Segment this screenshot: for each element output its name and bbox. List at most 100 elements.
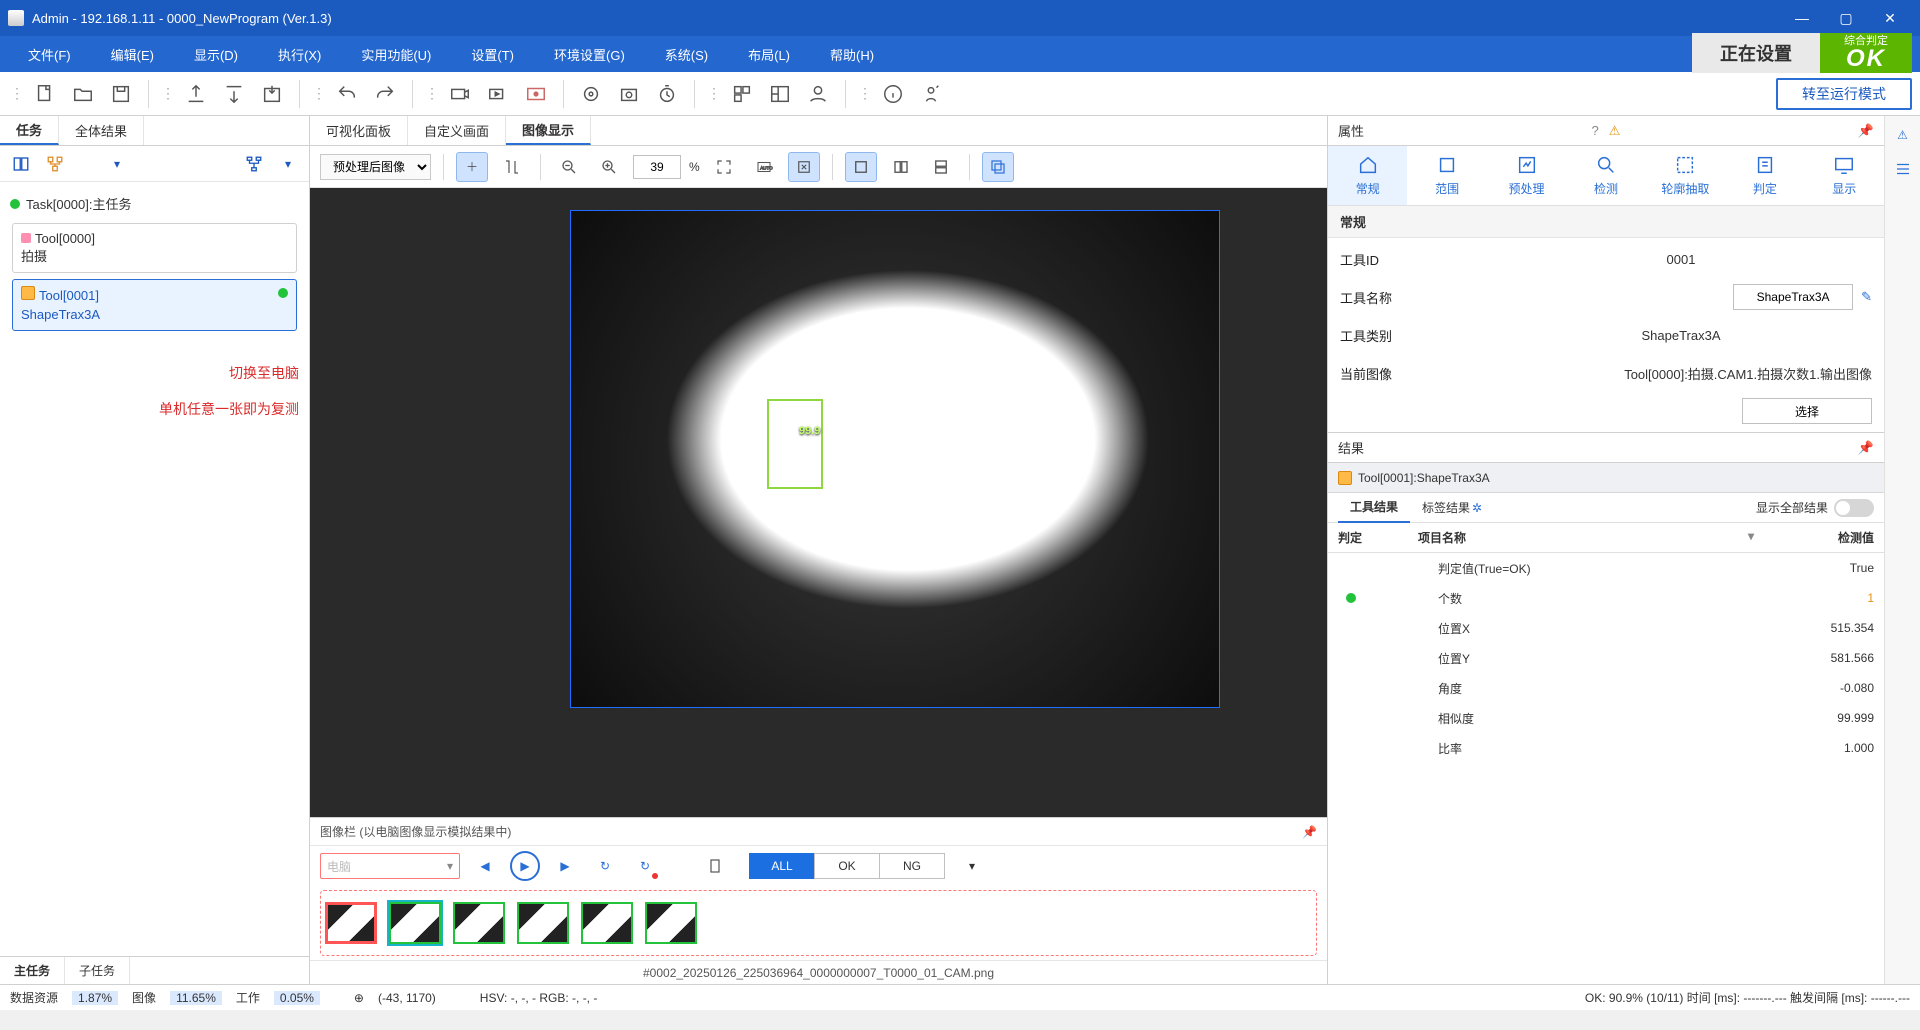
menu-layout[interactable]: 布局(L) xyxy=(728,36,810,72)
ptab-detect[interactable]: 检测 xyxy=(1566,146,1645,205)
new-icon[interactable] xyxy=(28,77,62,111)
thumbnail[interactable] xyxy=(325,902,377,944)
play-icon[interactable]: ▶ xyxy=(510,851,540,881)
menu-run[interactable]: 执行(X) xyxy=(258,36,341,72)
redo-icon[interactable] xyxy=(368,77,402,111)
help-icon[interactable]: ? xyxy=(1591,123,1598,138)
filter-all[interactable]: ALL xyxy=(749,853,815,879)
view-split-v-icon[interactable] xyxy=(885,152,917,182)
pin-icon[interactable]: 📌 xyxy=(1858,440,1874,456)
thumbnail[interactable] xyxy=(453,902,505,944)
door-icon[interactable] xyxy=(700,851,730,881)
tab-image[interactable]: 图像显示 xyxy=(506,116,591,145)
filter-ok[interactable]: OK xyxy=(814,853,880,879)
save-icon[interactable] xyxy=(104,77,138,111)
actual-size-icon[interactable] xyxy=(788,152,820,182)
dropdown-icon[interactable]: ▾ xyxy=(275,151,301,177)
bottom-tab-main[interactable]: 主任务 xyxy=(0,957,65,984)
view-split-h-icon[interactable] xyxy=(925,152,957,182)
tool-card-1[interactable]: Tool[0001] ShapeTrax3A xyxy=(12,279,297,330)
menu-edit[interactable]: 编辑(E) xyxy=(91,36,174,72)
tab-results-all[interactable]: 全体结果 xyxy=(59,116,144,145)
record-icon[interactable] xyxy=(519,77,553,111)
pin-icon[interactable]: 📌 xyxy=(1302,825,1317,839)
auto-icon[interactable]: AUTO xyxy=(748,152,780,182)
target-icon[interactable] xyxy=(574,77,608,111)
import-icon[interactable] xyxy=(255,77,289,111)
zoom-input[interactable] xyxy=(633,155,681,179)
gear-icon[interactable]: ✲ xyxy=(1472,501,1482,515)
thumbnail[interactable] xyxy=(389,902,441,944)
user-icon[interactable] xyxy=(801,77,835,111)
maximize-button[interactable]: ▢ xyxy=(1824,0,1868,36)
warn-icon[interactable]: ⚠ xyxy=(1609,123,1621,139)
zoom-out-icon[interactable] xyxy=(553,152,585,182)
col-judge[interactable]: 判定 xyxy=(1338,529,1418,546)
info-icon[interactable] xyxy=(876,77,910,111)
bottom-tab-sub[interactable]: 子任务 xyxy=(65,957,130,984)
col-value[interactable]: 检测值 xyxy=(1754,529,1874,546)
tab-vis-panel[interactable]: 可视化面板 xyxy=(310,116,408,145)
image-source-select[interactable]: 预处理后图像 xyxy=(320,154,431,180)
tab-tasks[interactable]: 任务 xyxy=(0,116,59,145)
menu-system[interactable]: 系统(S) xyxy=(645,36,728,72)
flow-icon[interactable] xyxy=(241,151,267,177)
mode-plus-icon[interactable]: ＋ xyxy=(456,152,488,182)
overlay-icon[interactable] xyxy=(982,152,1014,182)
filter-ng[interactable]: NG xyxy=(879,853,945,879)
panel-icon[interactable] xyxy=(8,151,34,177)
rtab-tool[interactable]: 工具结果 xyxy=(1338,493,1410,523)
close-button[interactable]: ✕ xyxy=(1868,0,1912,36)
thumbnail[interactable] xyxy=(581,902,633,944)
layout-icon[interactable] xyxy=(763,77,797,111)
menu-settings[interactable]: 设置(T) xyxy=(451,36,534,72)
camera-play-icon[interactable] xyxy=(481,77,515,111)
undo-icon[interactable] xyxy=(330,77,364,111)
download-icon[interactable] xyxy=(217,77,251,111)
pin-icon[interactable]: 📌 xyxy=(1858,123,1874,139)
rtab-label[interactable]: 标签结果 ✲ xyxy=(1410,493,1494,523)
menu-utility[interactable]: 实用功能(U) xyxy=(341,36,451,72)
edit-icon[interactable]: ✎ xyxy=(1861,289,1872,305)
loop-rec-icon[interactable]: ↻ xyxy=(630,851,660,881)
open-icon[interactable] xyxy=(66,77,100,111)
upload-icon[interactable] xyxy=(179,77,213,111)
grid-icon[interactable] xyxy=(725,77,759,111)
menu-env[interactable]: 环境设置(G) xyxy=(534,36,645,72)
ptab-display[interactable]: 显示 xyxy=(1805,146,1884,205)
crop-icon[interactable] xyxy=(496,152,528,182)
run-mode-button[interactable]: 转至运行模式 xyxy=(1776,78,1912,110)
col-name[interactable]: 项目名称 ▾ xyxy=(1418,529,1754,546)
ptab-preprocess[interactable]: 预处理 xyxy=(1487,146,1566,205)
loop-icon[interactable]: ↻ xyxy=(590,851,620,881)
task-row[interactable]: Task[0000]:主任务 xyxy=(8,190,301,217)
zoom-in-icon[interactable] xyxy=(593,152,625,182)
show-all-toggle[interactable] xyxy=(1834,499,1874,517)
ptab-contour[interactable]: 轮廓抽取 xyxy=(1646,146,1725,205)
view-single-icon[interactable] xyxy=(845,152,877,182)
capture-icon[interactable] xyxy=(612,77,646,111)
list-strip-icon[interactable] xyxy=(1892,158,1914,180)
thumbnail[interactable] xyxy=(645,902,697,944)
filter-icon[interactable]: ▾ xyxy=(104,151,130,177)
fit-icon[interactable] xyxy=(708,152,740,182)
timer-icon[interactable] xyxy=(650,77,684,111)
tab-custom[interactable]: 自定义画面 xyxy=(408,116,506,145)
camera-icon[interactable] xyxy=(443,77,477,111)
menu-view[interactable]: 显示(D) xyxy=(174,36,258,72)
image-canvas[interactable]: 99.9 xyxy=(310,188,1327,817)
menu-help[interactable]: 帮助(H) xyxy=(810,36,894,72)
menu-file[interactable]: 文件(F) xyxy=(8,36,91,72)
prev-icon[interactable]: ◀ xyxy=(470,851,500,881)
minimize-button[interactable]: — xyxy=(1780,0,1824,36)
thumbnail[interactable] xyxy=(517,902,569,944)
next-icon[interactable]: ▶ xyxy=(550,851,580,881)
tree-icon[interactable] xyxy=(42,151,68,177)
support-icon[interactable] xyxy=(914,77,948,111)
ptab-judge[interactable]: 判定 xyxy=(1725,146,1804,205)
ptab-range[interactable]: 范围 xyxy=(1407,146,1486,205)
source-select[interactable]: 电脑▾ xyxy=(320,853,460,879)
ptab-general[interactable]: 常规 xyxy=(1328,146,1407,205)
warn-strip-icon[interactable]: ⚠ xyxy=(1892,124,1914,146)
more-icon[interactable]: ▾ xyxy=(969,859,975,873)
